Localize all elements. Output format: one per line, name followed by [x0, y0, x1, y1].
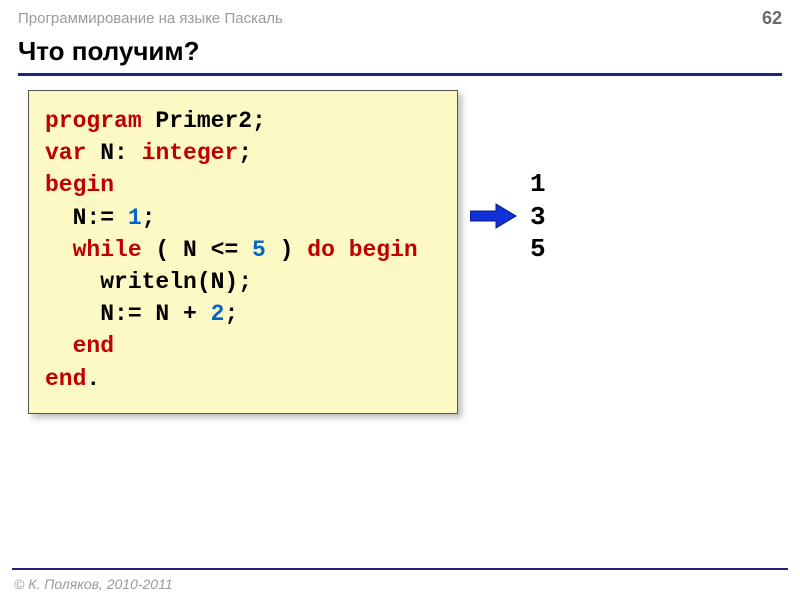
page-number: 62	[762, 8, 782, 29]
code-listing: program Primer2; var N: integer; begin N…	[28, 90, 458, 414]
code-token: Primer2;	[142, 108, 266, 134]
copyright: © К. Поляков, 2010-2011	[14, 576, 173, 592]
code-token: end	[45, 366, 86, 392]
code-token: writeln(N);	[45, 269, 252, 295]
code-token: N:	[86, 140, 141, 166]
title-block: Что получим?	[18, 36, 782, 76]
code-token	[45, 333, 73, 359]
code-token: .	[86, 366, 100, 392]
title-underline	[18, 73, 782, 76]
code-token: ;	[238, 140, 252, 166]
code-token: N:= N +	[45, 301, 211, 327]
arrow-right-icon	[470, 202, 518, 235]
program-output: 1 3 5	[530, 168, 546, 266]
code-token: )	[266, 237, 307, 263]
footer-divider	[12, 568, 788, 570]
slide-title: Что получим?	[18, 36, 782, 73]
code-token: 2	[211, 301, 225, 327]
code-token: begin	[45, 172, 114, 198]
code-token: var	[45, 140, 86, 166]
code-token: do begin	[307, 237, 417, 263]
code-token: ( N <=	[142, 237, 252, 263]
slide-header: Программирование на языке Паскаль 62	[18, 8, 782, 29]
code-token: N:=	[45, 205, 128, 231]
code-token: while	[73, 237, 142, 263]
code-token: 1	[128, 205, 142, 231]
code-token: integer	[142, 140, 239, 166]
code-token: end	[73, 333, 114, 359]
subject-label: Программирование на языке Паскаль	[18, 10, 283, 27]
code-token: 5	[252, 237, 266, 263]
code-token: program	[45, 108, 142, 134]
code-token	[45, 237, 73, 263]
code-token: ;	[142, 205, 156, 231]
code-token: ;	[224, 301, 238, 327]
